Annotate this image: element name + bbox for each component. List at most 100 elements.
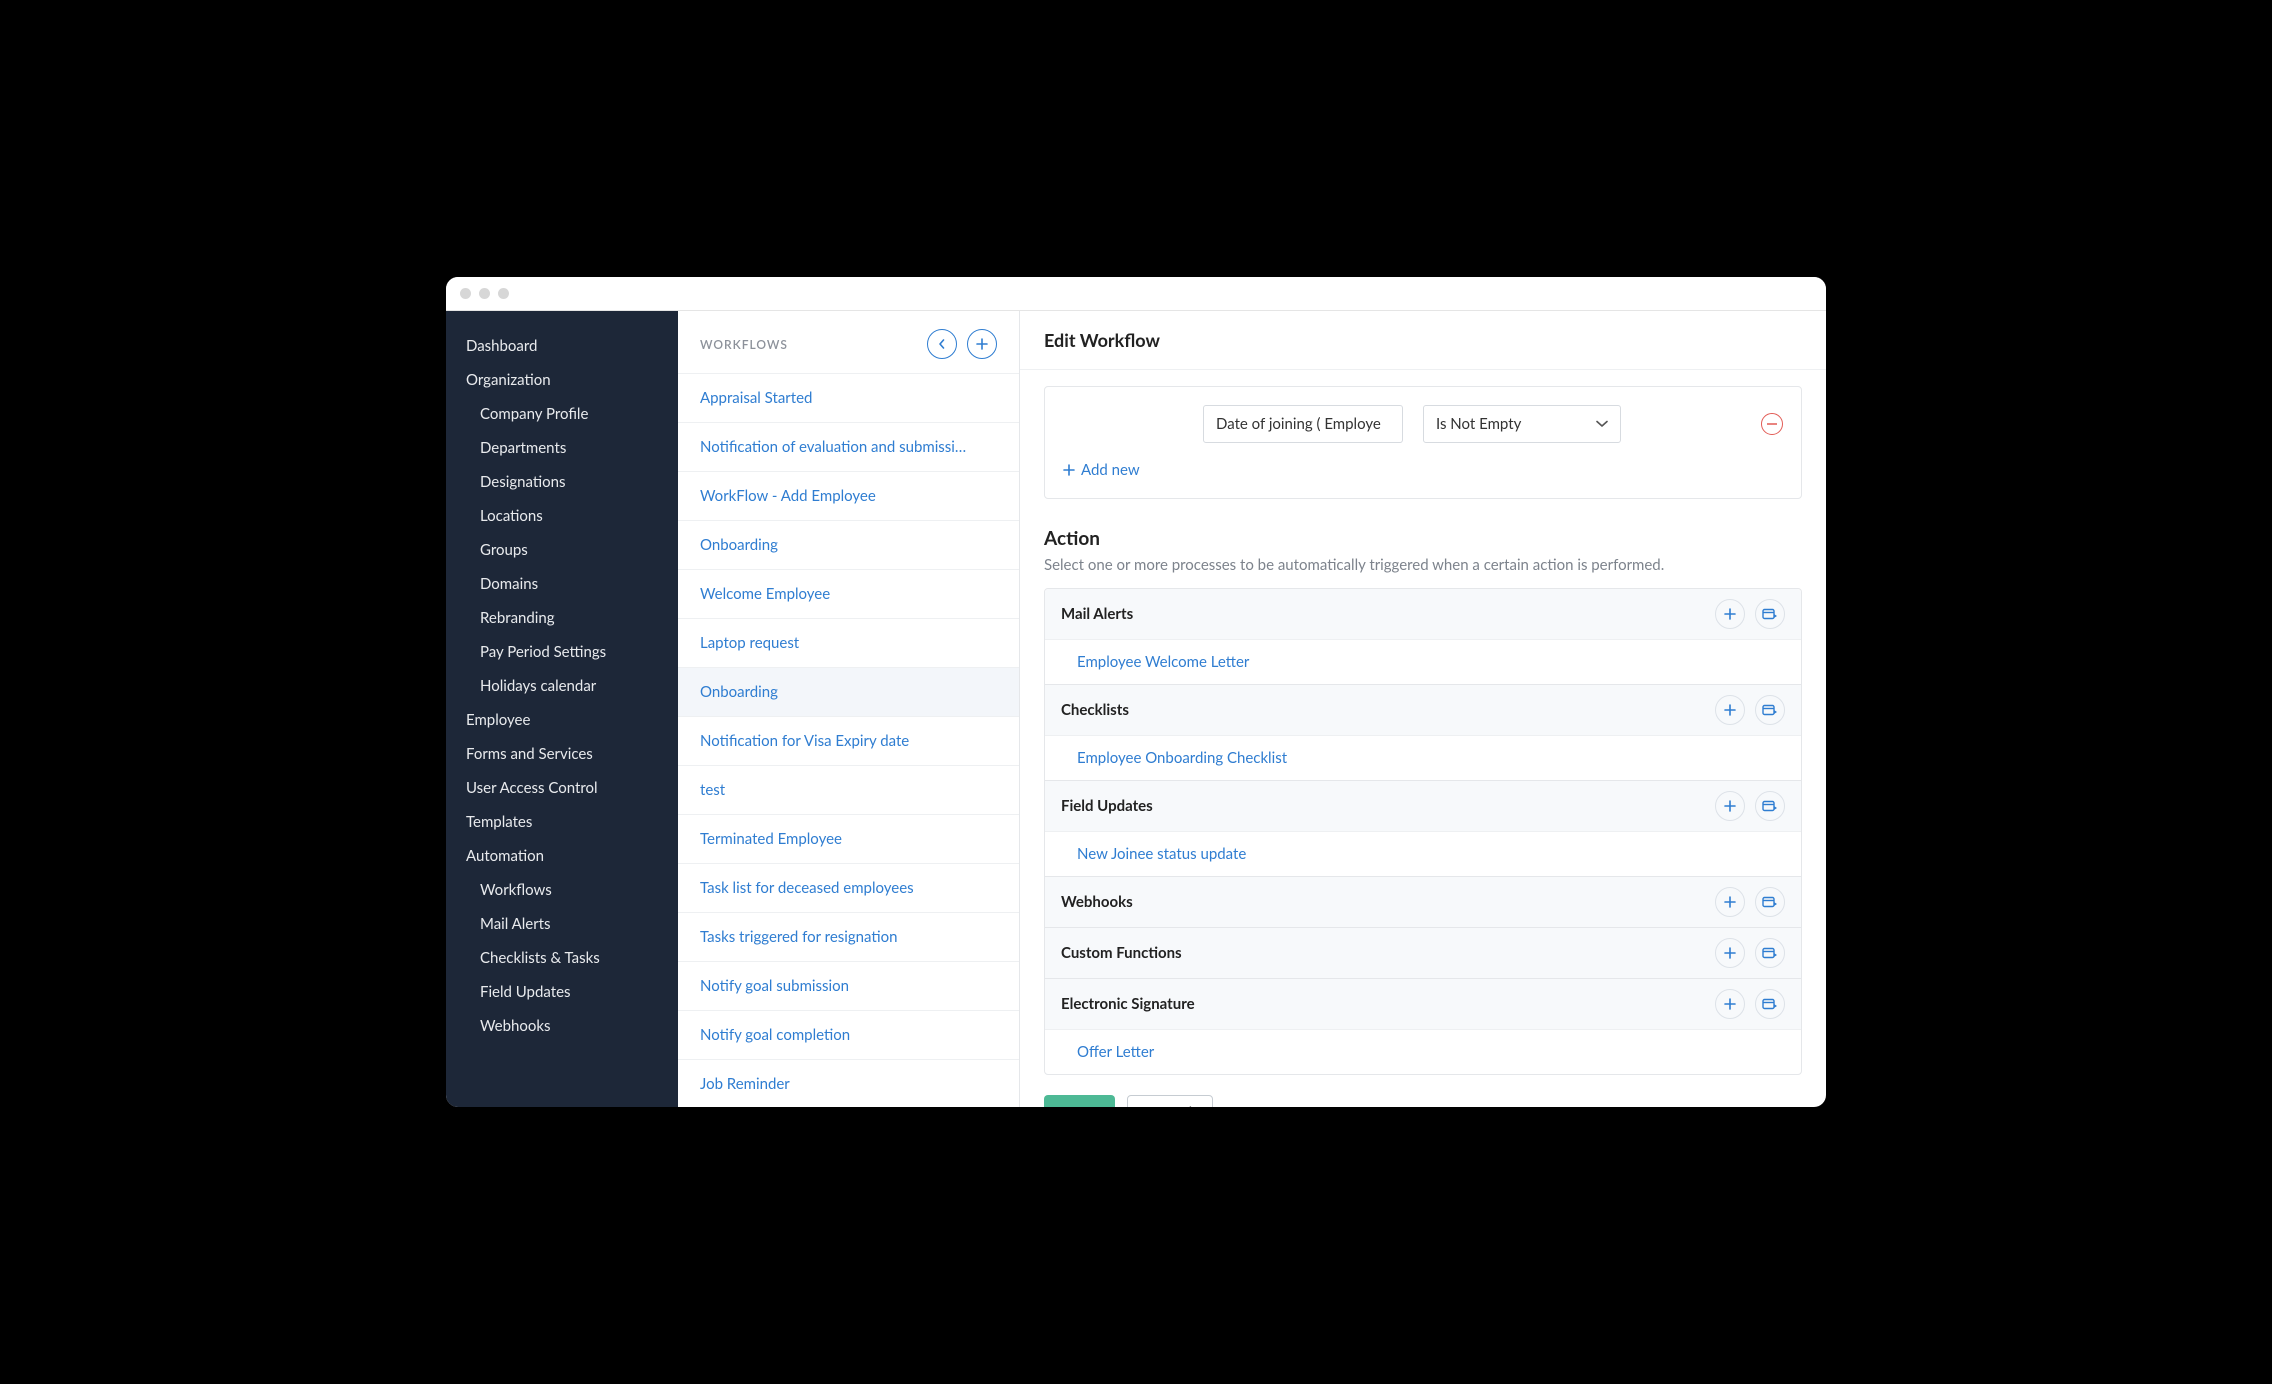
window-minimize-icon[interactable] [479,288,490,299]
action-group-title: Electronic Signature [1061,995,1705,1013]
action-group-header: Electronic Signature [1045,978,1801,1029]
associate-action-button[interactable] [1755,695,1785,725]
associate-icon [1762,895,1778,909]
workflow-item[interactable]: WorkFlow - Add Employee [678,471,1019,520]
plus-icon [1724,800,1736,812]
sidebar-item[interactable]: Dashboard [446,329,678,363]
action-group-title: Webhooks [1061,893,1705,911]
workflow-item[interactable]: Onboarding [678,520,1019,569]
action-item[interactable]: Employee Onboarding Checklist [1045,735,1801,780]
associate-action-button[interactable] [1755,791,1785,821]
sidebar-item[interactable]: Domains [446,567,678,601]
workflow-item[interactable]: Laptop request [678,618,1019,667]
action-group-header: Custom Functions [1045,927,1801,978]
sidebar-item[interactable]: Templates [446,805,678,839]
workflows-panel: WORKFLOWS Appraisal StartedNotification … [678,311,1020,1107]
workflow-item[interactable]: Welcome Employee [678,569,1019,618]
associate-icon [1762,799,1778,813]
sidebar-item[interactable]: Checklists & Tasks [446,941,678,975]
associate-action-button[interactable] [1755,887,1785,917]
add-action-button[interactable] [1715,599,1745,629]
sidebar-item[interactable]: Locations [446,499,678,533]
criteria-field-value: Date of joining ( Employe [1216,415,1381,433]
window-close-icon[interactable] [460,288,471,299]
plus-icon [976,338,988,350]
plus-icon [1063,464,1075,476]
criteria-condition-select[interactable]: Is Not Empty [1423,405,1621,443]
app-body: DashboardOrganizationCompany ProfileDepa… [446,311,1826,1107]
workflows-title: WORKFLOWS [700,337,788,352]
plus-icon [1724,947,1736,959]
window-maximize-icon[interactable] [498,288,509,299]
add-action-button[interactable] [1715,938,1745,968]
add-criteria-button[interactable]: Add new [1063,461,1140,479]
sidebar-item[interactable]: Forms and Services [446,737,678,771]
action-group-header: Field Updates [1045,780,1801,831]
save-button[interactable]: Save [1044,1095,1115,1107]
associate-icon [1762,946,1778,960]
workflows-header-actions [927,329,997,359]
button-row: Save Cancel [1044,1095,1802,1107]
sidebar-item[interactable]: Mail Alerts [446,907,678,941]
sidebar-item[interactable]: Holidays calendar [446,669,678,703]
workflow-item[interactable]: Tasks triggered for resignation [678,912,1019,961]
sidebar-item[interactable]: Departments [446,431,678,465]
cancel-button[interactable]: Cancel [1127,1095,1213,1107]
action-group-title: Field Updates [1061,797,1705,815]
sidebar-item[interactable]: Pay Period Settings [446,635,678,669]
workflow-item[interactable]: test [678,765,1019,814]
plus-icon [1724,998,1736,1010]
editor-title: Edit Workflow [1020,311,1826,370]
criteria-field-select[interactable]: Date of joining ( Employe [1203,405,1403,443]
sidebar-item[interactable]: Field Updates [446,975,678,1009]
minus-icon [1767,423,1777,425]
sidebar-item[interactable]: Workflows [446,873,678,907]
workflow-item[interactable]: Notification for Visa Expiry date [678,716,1019,765]
editor-panel: Edit Workflow Date of joining ( Employe … [1020,311,1826,1107]
sidebar-item[interactable]: Organization [446,363,678,397]
browser-window: DashboardOrganizationCompany ProfileDepa… [446,277,1826,1107]
workflow-item[interactable]: Terminated Employee [678,814,1019,863]
workflow-item[interactable]: Job Reminder [678,1059,1019,1107]
associate-icon [1762,703,1778,717]
sidebar-item[interactable]: Groups [446,533,678,567]
action-group-title: Mail Alerts [1061,605,1705,623]
associate-action-button[interactable] [1755,599,1785,629]
action-item[interactable]: Offer Letter [1045,1029,1801,1074]
workflows-header: WORKFLOWS [678,311,1019,373]
action-group-title: Checklists [1061,701,1705,719]
workflow-item[interactable]: Task list for deceased employees [678,863,1019,912]
action-subtext: Select one or more processes to be autom… [1044,556,1802,574]
back-button[interactable] [927,329,957,359]
add-action-button[interactable] [1715,989,1745,1019]
plus-icon [1724,704,1736,716]
associate-action-button[interactable] [1755,938,1785,968]
sidebar-item[interactable]: Employee [446,703,678,737]
add-workflow-button[interactable] [967,329,997,359]
associate-icon [1762,607,1778,621]
add-action-button[interactable] [1715,887,1745,917]
action-item[interactable]: Employee Welcome Letter [1045,639,1801,684]
action-group-header: Webhooks [1045,876,1801,927]
sidebar-item[interactable]: Webhooks [446,1009,678,1043]
workflow-item[interactable]: Notification of evaluation and submissi… [678,422,1019,471]
add-action-button[interactable] [1715,695,1745,725]
chevron-down-icon [1596,420,1608,428]
sidebar-item[interactable]: Company Profile [446,397,678,431]
criteria-row: Date of joining ( Employe Is Not Empty [1063,405,1783,443]
workflow-item[interactable]: Appraisal Started [678,373,1019,422]
associate-icon [1762,997,1778,1011]
action-groups: Mail Alerts Employee Welcome Letter Checkl… [1044,588,1802,1075]
workflow-item[interactable]: Onboarding [678,667,1019,716]
sidebar-item[interactable]: Rebranding [446,601,678,635]
associate-action-button[interactable] [1755,989,1785,1019]
sidebar-item[interactable]: User Access Control [446,771,678,805]
remove-criteria-button[interactable] [1761,413,1783,435]
action-item[interactable]: New Joinee status update [1045,831,1801,876]
add-action-button[interactable] [1715,791,1745,821]
action-group-header: Mail Alerts [1045,589,1801,639]
sidebar-item[interactable]: Automation [446,839,678,873]
workflow-item[interactable]: Notify goal submission [678,961,1019,1010]
workflow-item[interactable]: Notify goal completion [678,1010,1019,1059]
sidebar-item[interactable]: Designations [446,465,678,499]
